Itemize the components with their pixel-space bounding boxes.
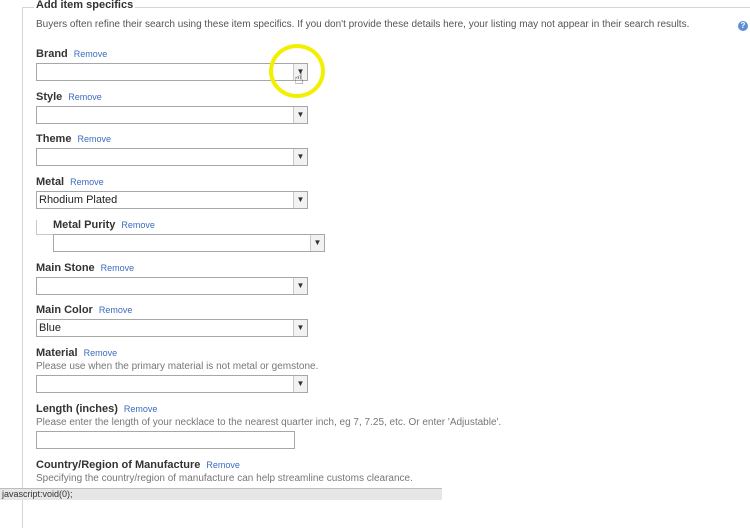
field-length: Length (inches) Remove Please enter the l… [36,403,501,449]
brand-select[interactable]: ▼ [36,63,308,81]
brand-label: Brand [36,48,68,60]
metal-purity-label: Metal Purity [53,219,116,231]
length-remove-link[interactable]: Remove [124,404,158,414]
main-color-remove-link[interactable]: Remove [99,305,133,315]
chevron-down-icon[interactable]: ▼ [293,320,307,336]
main-stone-select[interactable]: ▼ [36,277,308,295]
field-main-stone: Main Stone Remove ▼ [36,262,308,295]
field-metal: Metal Remove Rhodium Plated ▼ [36,176,308,209]
material-remove-link[interactable]: Remove [84,348,118,358]
field-theme: Theme Remove ▼ [36,133,308,166]
section-intro: Buyers often refine their search using t… [36,19,690,30]
main-color-select[interactable]: Blue ▼ [36,319,308,337]
theme-label: Theme [36,133,72,145]
metal-select[interactable]: Rhodium Plated ▼ [36,191,308,209]
main-stone-label: Main Stone [36,262,95,274]
brand-remove-link[interactable]: Remove [74,49,108,59]
field-material: Material Remove Please use when the prima… [36,347,318,393]
country-hint: Specifying the country/region of manufac… [36,473,413,484]
field-metal-purity: Metal Purity Remove ▼ [53,219,325,252]
material-select[interactable]: ▼ [36,375,308,393]
style-label: Style [36,91,63,103]
metal-purity-remove-link[interactable]: Remove [121,220,155,230]
length-hint: Please enter the length of your necklace… [36,417,502,428]
material-hint: Please use when the primary material is … [36,361,319,372]
country-remove-link[interactable]: Remove [206,460,240,470]
style-remove-link[interactable]: Remove [68,92,102,102]
field-country: Country/Region of Manufacture Remove Spec… [36,459,413,484]
question-icon[interactable]: ? [738,21,748,31]
main-color-label: Main Color [36,304,93,316]
chevron-down-icon[interactable]: ▼ [293,192,307,208]
status-bar: javascript:void(0); [0,488,442,500]
metal-purity-select[interactable]: ▼ [53,234,325,252]
theme-remove-link[interactable]: Remove [77,134,111,144]
chevron-down-icon[interactable]: ▼ [310,235,324,251]
length-input[interactable] [36,431,295,449]
chevron-down-icon[interactable]: ▼ [293,149,307,165]
chevron-down-icon[interactable]: ▼ [293,376,307,392]
main-stone-remove-link[interactable]: Remove [101,263,135,273]
material-label: Material [36,347,78,359]
field-brand: Brand Remove ▼ [36,48,308,81]
theme-select[interactable]: ▼ [36,148,308,166]
field-style: Style Remove ▼ [36,91,308,124]
style-select[interactable]: ▼ [36,106,308,124]
metal-remove-link[interactable]: Remove [70,177,104,187]
indent-connector [36,220,53,235]
field-main-color: Main Color Remove Blue ▼ [36,304,308,337]
metal-label: Metal [36,176,65,188]
country-label: Country/Region of Manufacture [36,459,201,471]
chevron-down-icon[interactable]: ▼ [293,278,307,294]
hand-cursor-icon: ☝ [294,71,304,88]
chevron-down-icon[interactable]: ▼ [293,107,307,123]
section-legend: Add item specifics [34,0,136,11]
length-label: Length (inches) [36,403,118,415]
